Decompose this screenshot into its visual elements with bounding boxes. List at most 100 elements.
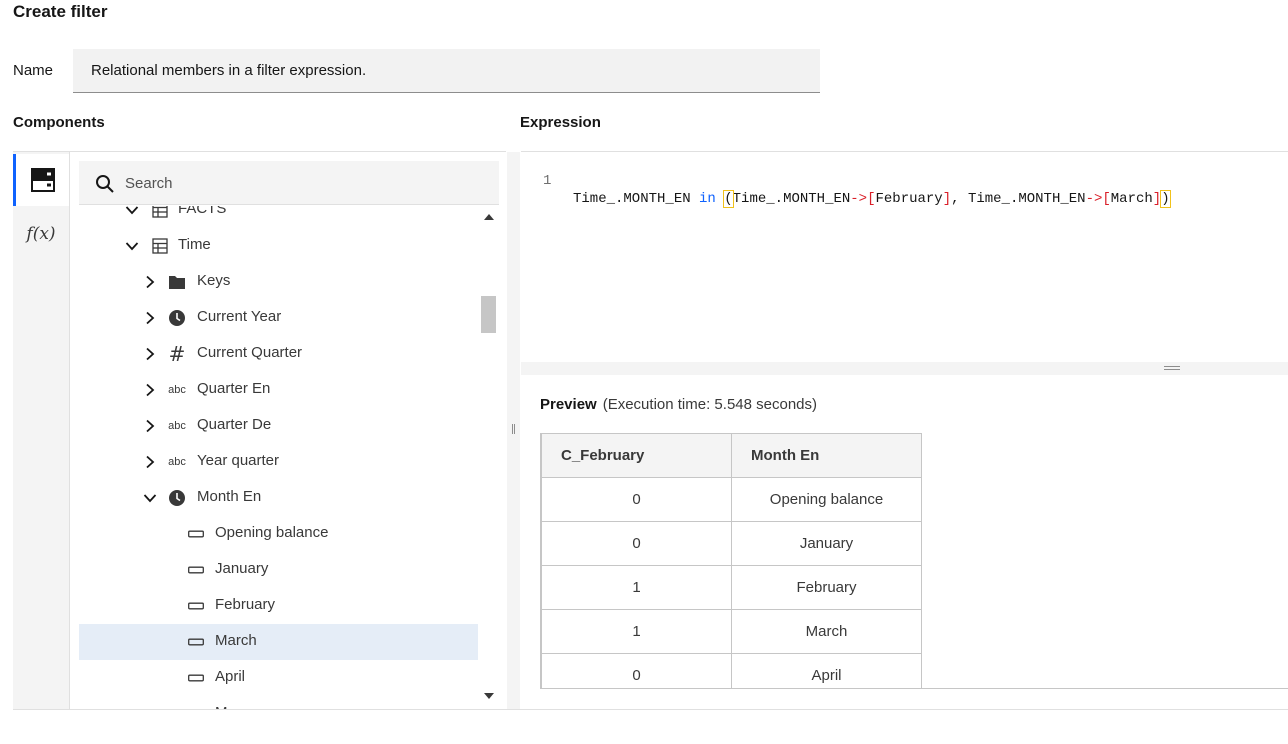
tree-scrollbar[interactable] [479, 206, 499, 709]
chevron-down-icon[interactable] [125, 239, 139, 253]
clock-icon [168, 489, 186, 507]
table-cell: 1 [541, 609, 732, 654]
tree-item-label: March [215, 632, 257, 649]
abc-icon: abc [168, 384, 186, 396]
token-bracket: ] [942, 191, 952, 207]
tree-item-label: Month En [197, 488, 262, 505]
table-cell: 0 [541, 653, 732, 688]
code-line: 1 Time_.MONTH_EN in (Time_.MONTH_EN->[Fe… [521, 154, 1171, 208]
name-input[interactable] [73, 49, 820, 93]
token-operator: -> [850, 191, 868, 207]
table-cell: 1 [541, 565, 732, 610]
expression-label: Expression [520, 114, 601, 131]
chevron-down-icon[interactable] [125, 206, 139, 217]
abc-icon: abc [168, 456, 186, 468]
scroll-up-icon[interactable] [484, 214, 494, 220]
tree-item[interactable]: Opening balance [79, 516, 478, 552]
components-rail: f(x) [13, 152, 70, 709]
function-icon: f(x) [26, 224, 56, 244]
tree-item[interactable]: FACTS [79, 206, 478, 228]
tree-item[interactable]: abc Year quarter [79, 444, 478, 480]
panel-splitter[interactable] [507, 152, 520, 709]
token-member: March [1110, 191, 1153, 207]
token-paren-open: ( [723, 190, 734, 208]
scroll-down-icon[interactable] [484, 693, 494, 699]
dialog-title: Create filter [13, 2, 108, 21]
line-number: 1 [543, 173, 552, 189]
table-cell: April [731, 653, 922, 688]
tree-item-label: April [215, 668, 246, 685]
execution-time: (Execution time: 5.548 seconds) [602, 396, 817, 413]
components-label: Components [13, 114, 105, 131]
tree-item[interactable]: abc Quarter En [79, 372, 478, 408]
preview-table-container[interactable]: C_February Month En 0 Opening balance 0 Ja… [540, 433, 1288, 689]
token-dimension: Time_.MONTH_EN [732, 191, 851, 207]
name-label: Name [13, 62, 54, 79]
token-dimension: Time_.MONTH_EN [967, 191, 1086, 207]
scroll-thumb[interactable] [481, 296, 496, 333]
clock-icon [168, 309, 186, 327]
member-icon [187, 561, 205, 579]
tree-item-label: Quarter En [197, 380, 271, 397]
tree-item[interactable]: May [79, 696, 478, 709]
table-row: 0 Opening balance [541, 477, 922, 522]
splitter-grip-icon [1164, 366, 1180, 370]
tree-item[interactable]: April [79, 660, 478, 696]
column-header[interactable]: Month En [731, 433, 922, 478]
token-dimension: Time_.MONTH_EN [573, 191, 700, 207]
table-cell: 0 [541, 477, 732, 522]
tree-item-label: Current Quarter [197, 344, 303, 361]
chevron-right-icon[interactable] [143, 347, 157, 361]
column-header[interactable]: C_February [541, 433, 732, 478]
tree-item[interactable]: Keys [79, 264, 478, 300]
tree-item[interactable]: March [79, 624, 478, 660]
tree-item[interactable]: January [79, 552, 478, 588]
token-paren-close: ) [1160, 190, 1171, 208]
token-member: February [875, 191, 943, 207]
member-icon [187, 525, 205, 543]
table-row: 1 February [541, 565, 922, 610]
tree-item-label: Year quarter [197, 452, 280, 469]
functions-tab[interactable]: f(x) [13, 208, 69, 260]
table-icon [151, 206, 169, 219]
folder-icon [168, 273, 186, 291]
table-cell: 0 [541, 521, 732, 566]
tree-item[interactable]: Time [79, 228, 478, 264]
splitter-grip-icon [512, 424, 515, 434]
chevron-down-icon[interactable] [143, 491, 157, 505]
tree-item-label: January [215, 560, 269, 577]
table-row: 0 April [541, 653, 922, 688]
chevron-right-icon[interactable] [143, 275, 157, 289]
table-cell: March [731, 609, 922, 654]
tree-item[interactable]: # Current Quarter [79, 336, 478, 372]
tree-item-label: Quarter De [197, 416, 272, 433]
dialog-divider [13, 709, 1288, 710]
tree-item-label: Current Year [197, 308, 282, 325]
tree-item-label: Keys [197, 272, 231, 289]
expression-code[interactable]: Time_.MONTH_EN in (Time_.MONTH_EN->[Febr… [573, 190, 1171, 208]
search-input[interactable] [123, 161, 487, 206]
table-row: 1 March [541, 609, 922, 654]
token-bracket: ] [1152, 191, 1162, 207]
tree-item-label: FACTS [178, 206, 227, 217]
editor-splitter[interactable] [521, 362, 1288, 375]
chevron-right-icon[interactable] [143, 419, 157, 433]
token-bracket: [ [867, 191, 876, 207]
search-icon [96, 175, 114, 193]
tree-item[interactable]: February [79, 588, 478, 624]
tree-item[interactable]: abc Quarter De [79, 408, 478, 444]
token-keyword: in [699, 191, 716, 207]
tree-item-label: Opening balance [215, 524, 329, 541]
chevron-right-icon[interactable] [143, 455, 157, 469]
chevron-right-icon[interactable] [143, 383, 157, 397]
components-tree: FACTS Time Keys Current Year # Current Quarte… [79, 206, 478, 709]
expression-editor[interactable]: 1 Time_.MONTH_EN in (Time_.MONTH_EN->[Fe… [521, 151, 1288, 362]
abc-icon: abc [168, 420, 186, 432]
chevron-right-icon[interactable] [143, 311, 157, 325]
preview-label: Preview [540, 396, 597, 413]
preview-table: C_February Month En 0 Opening balance 0 Ja… [541, 433, 922, 688]
member-icon [187, 669, 205, 687]
data-items-tab[interactable] [13, 154, 69, 206]
tree-item[interactable]: Month En [79, 480, 478, 516]
tree-item[interactable]: Current Year [79, 300, 478, 336]
